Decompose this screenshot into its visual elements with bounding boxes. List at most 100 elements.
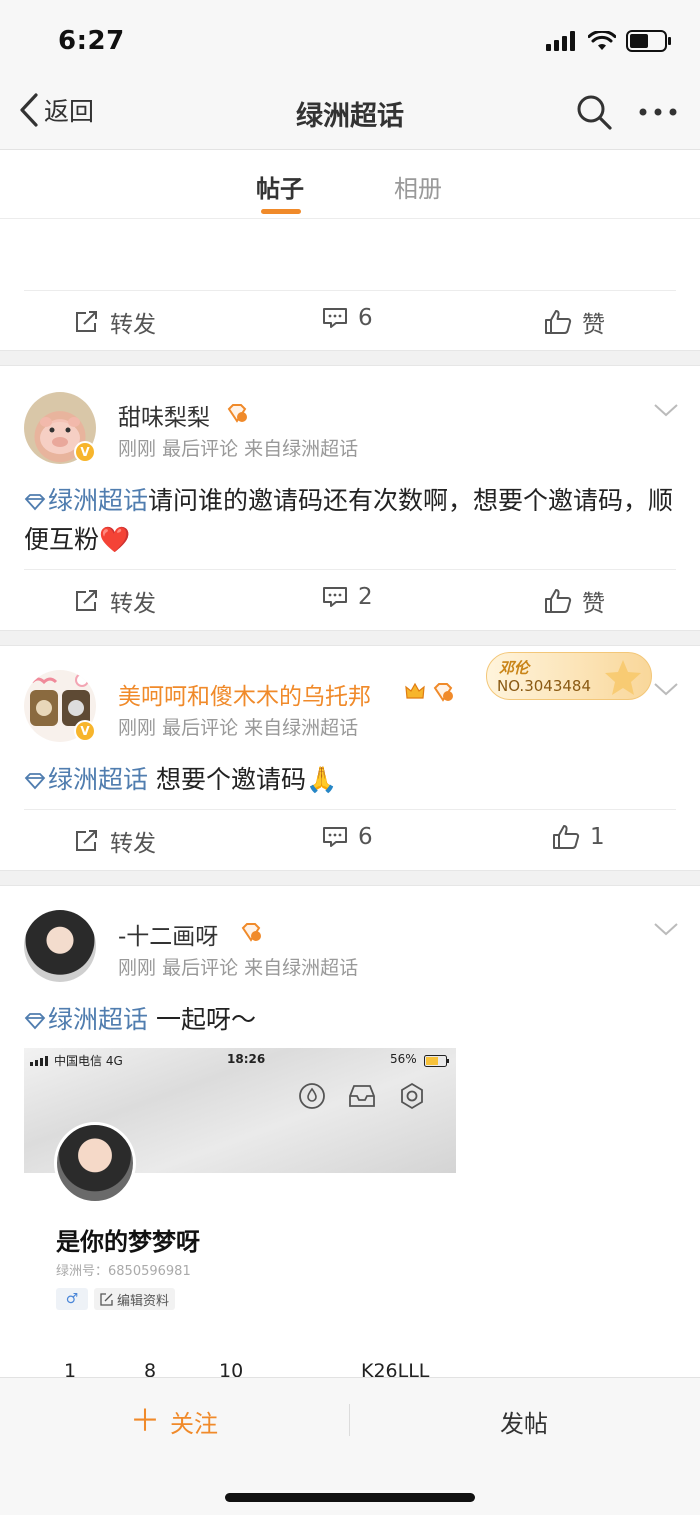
- follow-label: 关注: [170, 1410, 218, 1438]
- share-button[interactable]: 转发: [74, 824, 156, 858]
- thumbs-up-icon: [545, 310, 572, 334]
- new-post-button[interactable]: 发帖: [500, 1404, 548, 1439]
- comment-icon: [323, 308, 347, 328]
- post-username[interactable]: 美呵呵和傻木木的乌托邦: [118, 677, 371, 711]
- post-username[interactable]: 甜味梨梨: [118, 398, 210, 432]
- topic-link[interactable]: 绿洲超话: [24, 486, 148, 515]
- signal-icon: [30, 1056, 48, 1066]
- signal-icon: [546, 31, 575, 51]
- like-label: 赞: [582, 591, 605, 617]
- settings-icon: [401, 1082, 423, 1110]
- share-label: 转发: [110, 591, 156, 617]
- section-separator: [0, 630, 700, 646]
- comment-icon: [323, 587, 347, 607]
- battery-icon: [626, 30, 671, 52]
- post-content: 绿洲超话 想要个邀请码🙏: [24, 760, 676, 799]
- image-status-bar: 中国电信 4G 18:26 56%: [30, 1052, 450, 1070]
- topic-link[interactable]: 绿洲超话: [24, 1005, 148, 1034]
- diamond-icon: [24, 494, 46, 511]
- comment-button[interactable]: 6: [322, 824, 373, 850]
- crown-icon: [405, 682, 425, 699]
- status-icons: [546, 30, 672, 52]
- edit-icon: [100, 1292, 113, 1306]
- drop-icon: [299, 1083, 325, 1109]
- back-label: 返回: [44, 97, 95, 126]
- follow-button[interactable]: ＋ 关注: [130, 1404, 218, 1439]
- chevron-down-icon[interactable]: [652, 919, 680, 939]
- fan-level-icon: [433, 683, 453, 702]
- post-content: 绿洲超话 一起呀～: [24, 1000, 676, 1039]
- status-bar: 6:27: [0, 0, 700, 76]
- topic-link[interactable]: 绿洲超话: [24, 765, 148, 794]
- share-icon: [76, 590, 97, 611]
- comment-button[interactable]: 6: [322, 305, 373, 331]
- tab-bar: 帖子 相册: [0, 151, 700, 219]
- comment-count: 2: [358, 584, 373, 610]
- image-edit-profile: 编辑资料: [94, 1288, 176, 1310]
- section-separator: [0, 350, 700, 366]
- tab-posts[interactable]: 帖子: [256, 169, 304, 204]
- like-button[interactable]: 赞: [544, 305, 605, 339]
- post-meta: 刚刚 最后评论 来自绿洲超话: [118, 438, 359, 460]
- image-avatar: [54, 1122, 136, 1204]
- plus-icon: ＋: [130, 1403, 160, 1439]
- nav-bar: 返回 绿洲超话: [0, 76, 700, 150]
- back-button[interactable]: 返回: [18, 92, 94, 128]
- comment-count: 6: [358, 305, 373, 331]
- verified-badge: V: [74, 720, 96, 742]
- chevron-down-icon[interactable]: [652, 679, 680, 699]
- post-content: 绿洲超话请问谁的邀请码还有次数啊，想要个邀请码，顺便互粉❤️: [24, 486, 674, 554]
- post-meta: 刚刚 最后评论 来自绿洲超话: [118, 957, 359, 979]
- image-gender-badge: ♂: [56, 1288, 88, 1310]
- tab-active-indicator: [261, 209, 301, 214]
- post-actions: 转发 6 赞: [24, 290, 676, 350]
- image-profile-id: 绿洲号：6850596981: [56, 1264, 191, 1279]
- like-label: 赞: [582, 312, 605, 338]
- share-label: 转发: [110, 831, 156, 857]
- share-icon: [76, 830, 97, 851]
- divider: [349, 1404, 350, 1436]
- status-time: 6:27: [58, 26, 125, 56]
- diamond-icon: [24, 773, 46, 790]
- diamond-icon: [24, 1013, 46, 1030]
- fan-level-icon: [227, 404, 247, 423]
- post-meta: 刚刚 最后评论 来自绿洲超话: [118, 717, 359, 739]
- battery-percent: 56%: [390, 1052, 417, 1066]
- thumbs-up-icon: [545, 589, 572, 613]
- section-separator: [0, 870, 700, 886]
- post-username[interactable]: -十二画呀: [118, 917, 218, 951]
- medal-name: 邓伦: [499, 659, 530, 677]
- like-button[interactable]: 1: [552, 824, 605, 850]
- comment-button[interactable]: 2: [322, 584, 373, 610]
- share-icon: [76, 311, 97, 332]
- medal-number: NO.3043484: [497, 677, 591, 695]
- more-icon[interactable]: [636, 96, 680, 128]
- wifi-icon: [588, 31, 616, 50]
- comment-icon: [323, 827, 347, 847]
- image-profile-name: 是你的梦梦呀: [56, 1228, 200, 1256]
- chevron-left-icon: [20, 93, 38, 127]
- share-button[interactable]: 转发: [74, 584, 156, 618]
- tab-album[interactable]: 相册: [394, 169, 442, 204]
- post-actions: 转发 2 赞: [24, 569, 676, 629]
- like-count: 1: [590, 824, 605, 850]
- pray-emoji: 🙏: [305, 765, 338, 794]
- fan-level-icon: [241, 923, 261, 942]
- star-icon: [605, 660, 641, 695]
- post-actions: 转发 6 1: [24, 809, 676, 869]
- chevron-down-icon[interactable]: [652, 400, 680, 420]
- avatar[interactable]: [24, 910, 96, 982]
- share-button[interactable]: 转发: [74, 305, 156, 339]
- medal-badge[interactable]: 邓伦 NO.3043484: [486, 652, 652, 700]
- home-indicator[interactable]: [225, 1493, 475, 1502]
- like-button[interactable]: 赞: [544, 584, 605, 618]
- thumbs-up-icon: [553, 825, 580, 849]
- inbox-icon: [349, 1085, 375, 1107]
- verified-badge: V: [74, 441, 96, 463]
- image-time: 18:26: [227, 1052, 266, 1066]
- comment-count: 6: [358, 824, 373, 850]
- search-icon[interactable]: [574, 92, 614, 132]
- carrier-label: 中国电信 4G: [54, 1054, 123, 1068]
- heart-emoji: ❤️: [99, 525, 131, 554]
- battery-icon: [424, 1055, 449, 1067]
